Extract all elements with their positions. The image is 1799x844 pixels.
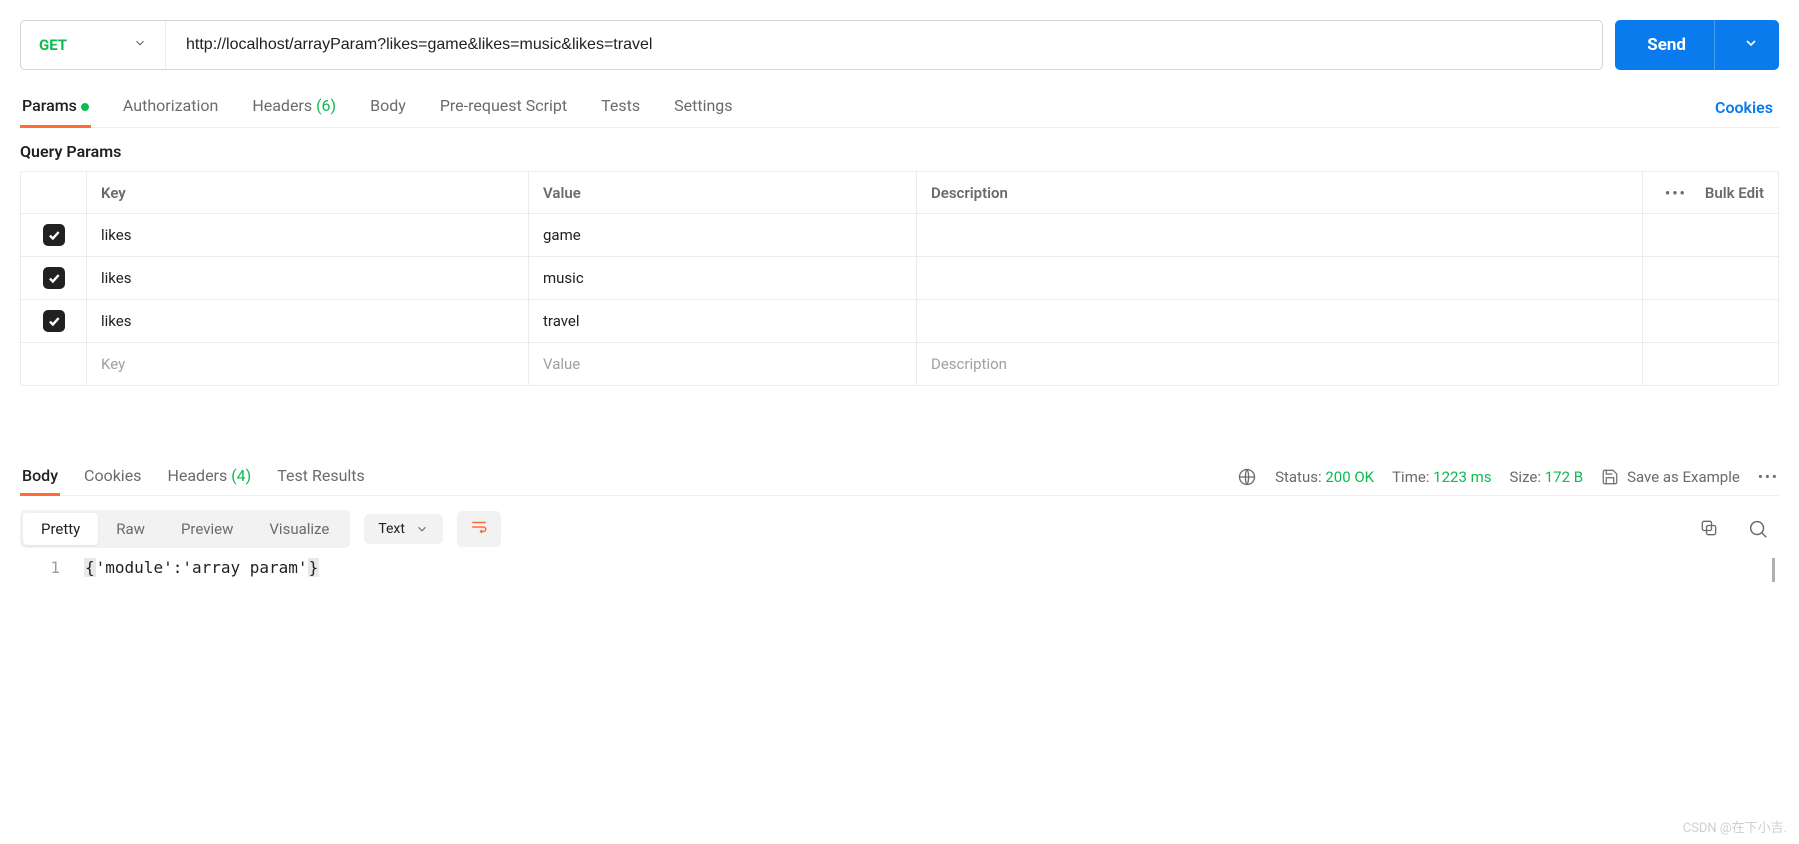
wrap-lines-button[interactable]: [457, 511, 501, 547]
tab-tests[interactable]: Tests: [599, 88, 642, 127]
tab-params[interactable]: Params: [20, 88, 91, 127]
view-raw[interactable]: Raw: [98, 513, 163, 545]
resp-tab-headers[interactable]: Headers (4): [165, 458, 253, 495]
table-row: likes travel: [21, 300, 1778, 343]
modified-dot-icon: [81, 103, 89, 111]
view-visualize[interactable]: Visualize: [251, 513, 347, 545]
col-value: Value: [529, 172, 917, 213]
response-body[interactable]: 1 {'module':'array param'}: [20, 558, 1779, 577]
table-row-new[interactable]: Key Value Description: [21, 343, 1778, 385]
bulk-edit-link[interactable]: Bulk Edit: [1705, 184, 1764, 202]
send-button[interactable]: Send: [1615, 20, 1779, 70]
send-chevron-down-icon[interactable]: [1743, 35, 1759, 56]
line-number: 1: [20, 558, 84, 577]
response-view-row: Pretty Raw Preview Visualize Text: [20, 510, 1779, 548]
param-value[interactable]: game: [529, 214, 917, 256]
param-key[interactable]: likes: [87, 257, 529, 299]
method-name: GET: [39, 36, 67, 54]
param-key[interactable]: likes: [87, 300, 529, 342]
more-icon[interactable]: •••: [1665, 184, 1687, 202]
col-key: Key: [87, 172, 529, 213]
cookies-link[interactable]: Cookies: [1715, 98, 1779, 117]
table-header-row: Key Value Description ••• Bulk Edit: [21, 172, 1778, 214]
view-preview[interactable]: Preview: [163, 513, 251, 545]
request-bar: GET: [20, 20, 1603, 70]
row-checkbox[interactable]: [43, 310, 65, 332]
resp-tab-test-results[interactable]: Test Results: [275, 458, 367, 495]
tab-authorization[interactable]: Authorization: [121, 88, 220, 127]
col-description: Description: [917, 172, 1643, 213]
copy-icon[interactable]: [1699, 518, 1719, 540]
request-tabs: Params Authorization Headers (6) Body Pr…: [20, 88, 1779, 128]
param-value[interactable]: music: [529, 257, 917, 299]
tab-body[interactable]: Body: [368, 88, 408, 127]
query-params-table: Key Value Description ••• Bulk Edit like…: [20, 171, 1779, 386]
search-icon[interactable]: [1747, 518, 1769, 540]
row-checkbox[interactable]: [43, 267, 65, 289]
globe-icon[interactable]: [1237, 467, 1257, 487]
method-select[interactable]: GET: [21, 21, 166, 69]
size-label: Size: 172 B: [1510, 468, 1584, 486]
watermark: CSDN @在下小吉.: [1683, 817, 1787, 836]
response-type-select[interactable]: Text: [364, 514, 443, 544]
save-as-example-button[interactable]: Save as Example: [1601, 468, 1740, 486]
param-key-placeholder[interactable]: Key: [87, 343, 529, 385]
status-label: Status: 200 OK: [1275, 468, 1374, 486]
time-label: Time: 1223 ms: [1392, 468, 1491, 486]
scrollbar-thumb[interactable]: [1772, 558, 1775, 582]
param-key[interactable]: likes: [87, 214, 529, 256]
response-tabs: Body Cookies Headers (4) Test Results St…: [20, 458, 1779, 496]
param-description-placeholder[interactable]: Description: [917, 343, 1643, 385]
url-input[interactable]: [166, 21, 1602, 69]
view-mode-group: Pretty Raw Preview Visualize: [20, 510, 350, 548]
param-description[interactable]: [917, 214, 1643, 256]
more-horizontal-icon[interactable]: •••: [1758, 468, 1779, 486]
param-value-placeholder[interactable]: Value: [529, 343, 917, 385]
param-description[interactable]: [917, 257, 1643, 299]
view-pretty[interactable]: Pretty: [23, 513, 98, 545]
code-line: {'module':'array param'}: [84, 558, 1779, 577]
chevron-down-icon: [133, 36, 147, 54]
param-description[interactable]: [917, 300, 1643, 342]
resp-tab-body[interactable]: Body: [20, 458, 60, 495]
param-value[interactable]: travel: [529, 300, 917, 342]
resp-tab-cookies[interactable]: Cookies: [82, 458, 143, 495]
send-divider: [1714, 20, 1715, 70]
save-icon: [1601, 468, 1619, 486]
table-row: likes music: [21, 257, 1778, 300]
tab-headers[interactable]: Headers (6): [250, 88, 338, 127]
query-params-title: Query Params: [20, 142, 1779, 161]
tab-prerequest[interactable]: Pre-request Script: [438, 88, 569, 127]
send-label: Send: [1647, 35, 1686, 55]
tab-settings[interactable]: Settings: [672, 88, 734, 127]
row-checkbox[interactable]: [43, 224, 65, 246]
table-row: likes game: [21, 214, 1778, 257]
